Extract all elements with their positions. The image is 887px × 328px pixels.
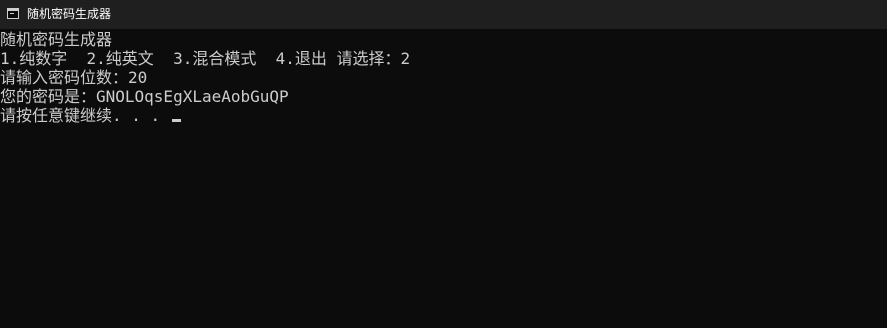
- console-line-app-name: 随机密码生成器: [0, 30, 113, 49]
- continue-prompt-text: 请按任意键继续. . .: [0, 106, 170, 125]
- title-bar[interactable]: 随机密码生成器: [0, 0, 887, 29]
- window-title: 随机密码生成器: [27, 7, 112, 21]
- text-cursor: [171, 119, 181, 122]
- console-window: 随机密码生成器 随机密码生成器 1.纯数字 2.纯英文 3.混合模式 4.退出 …: [0, 0, 887, 328]
- console-line-continue-prompt: 请按任意键继续. . .: [0, 106, 887, 125]
- console-app-icon: [7, 8, 19, 19]
- console-line-menu: 1.纯数字 2.纯英文 3.混合模式 4.退出 请选择：2: [0, 49, 411, 68]
- console-output[interactable]: 随机密码生成器 1.纯数字 2.纯英文 3.混合模式 4.退出 请选择：2 请输…: [0, 30, 887, 328]
- console-line-length-prompt: 请输入密码位数：20: [0, 68, 148, 87]
- console-line-password-result: 您的密码是：GNOLOqsEgXLaeAobGuQP: [0, 87, 289, 106]
